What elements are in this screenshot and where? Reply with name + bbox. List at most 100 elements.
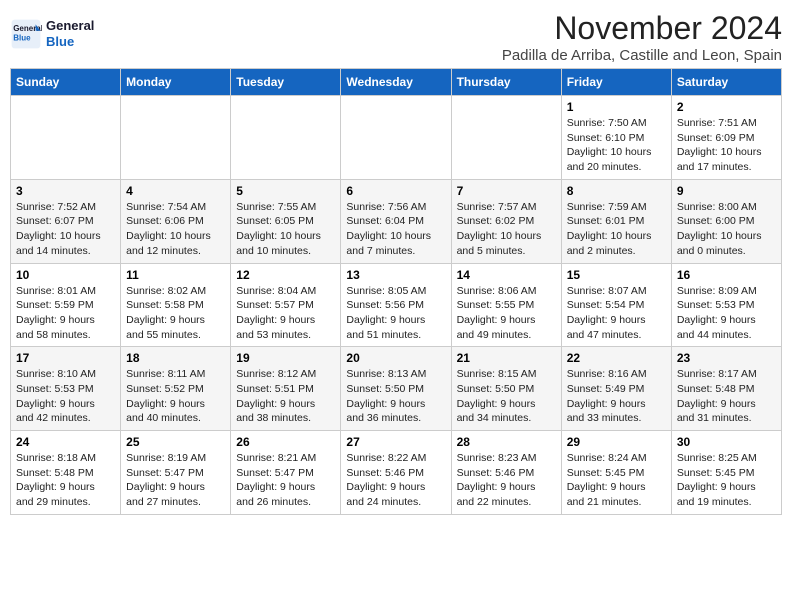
day-number: 29: [567, 435, 666, 449]
day-info: Sunrise: 8:01 AM Sunset: 5:59 PM Dayligh…: [16, 284, 115, 343]
calendar-cell: 24Sunrise: 8:18 AM Sunset: 5:48 PM Dayli…: [11, 431, 121, 515]
logo: General Blue General Blue: [10, 18, 94, 50]
day-info: Sunrise: 8:00 AM Sunset: 6:00 PM Dayligh…: [677, 200, 776, 259]
day-info: Sunrise: 8:10 AM Sunset: 5:53 PM Dayligh…: [16, 367, 115, 426]
svg-text:Blue: Blue: [13, 33, 31, 42]
day-number: 27: [346, 435, 445, 449]
calendar-cell: [451, 96, 561, 180]
day-number: 26: [236, 435, 335, 449]
day-number: 14: [457, 268, 556, 282]
location-subtitle: Padilla de Arriba, Castille and Leon, Sp…: [502, 47, 782, 64]
calendar-cell: 1 Sunrise: 7:50 AM Sunset: 6:10 PM Daylig…: [561, 96, 671, 180]
calendar-cell: [11, 96, 121, 180]
day-number: 10: [16, 268, 115, 282]
day-number: 18: [126, 351, 225, 365]
title-block: November 2024 Padilla de Arriba, Castill…: [502, 10, 782, 64]
day-info: Sunrise: 7:52 AM Sunset: 6:07 PM Dayligh…: [16, 200, 115, 259]
calendar-cell: 29 Sunrise: 8:24 AM Sunset: 5:45 PM Dayli…: [561, 431, 671, 515]
day-number: 1: [567, 100, 666, 114]
day-info: Sunrise: 8:17 AM Sunset: 5:48 PM Dayligh…: [677, 367, 776, 426]
calendar-table: SundayMondayTuesdayWednesdayThursdayFrid…: [10, 68, 782, 515]
day-number: 30: [677, 435, 776, 449]
calendar-week-row: 24Sunrise: 8:18 AM Sunset: 5:48 PM Dayli…: [11, 431, 782, 515]
weekday-header-sunday: Sunday: [11, 69, 121, 96]
day-number: 13: [346, 268, 445, 282]
calendar-cell: 7 Sunrise: 7:57 AM Sunset: 6:02 PM Daylig…: [451, 179, 561, 263]
day-number: 9: [677, 184, 776, 198]
calendar-cell: 15 Sunrise: 8:07 AM Sunset: 5:54 PM Dayli…: [561, 263, 671, 347]
calendar-cell: 30Sunrise: 8:25 AM Sunset: 5:45 PM Dayli…: [671, 431, 781, 515]
day-info: Sunrise: 8:15 AM Sunset: 5:50 PM Dayligh…: [457, 367, 556, 426]
day-number: 23: [677, 351, 776, 365]
day-number: 4: [126, 184, 225, 198]
day-info: Sunrise: 8:02 AM Sunset: 5:58 PM Dayligh…: [126, 284, 225, 343]
day-info: Sunrise: 8:24 AM Sunset: 5:45 PM Dayligh…: [567, 451, 666, 510]
calendar-cell: 26 Sunrise: 8:21 AM Sunset: 5:47 PM Dayli…: [231, 431, 341, 515]
calendar-cell: 10 Sunrise: 8:01 AM Sunset: 5:59 PM Dayli…: [11, 263, 121, 347]
calendar-cell: 18 Sunrise: 8:11 AM Sunset: 5:52 PM Dayli…: [121, 347, 231, 431]
calendar-cell: 28 Sunrise: 8:23 AM Sunset: 5:46 PM Dayli…: [451, 431, 561, 515]
calendar-cell: 14 Sunrise: 8:06 AM Sunset: 5:55 PM Dayli…: [451, 263, 561, 347]
day-info: Sunrise: 8:11 AM Sunset: 5:52 PM Dayligh…: [126, 367, 225, 426]
day-info: Sunrise: 8:04 AM Sunset: 5:57 PM Dayligh…: [236, 284, 335, 343]
weekday-header-wednesday: Wednesday: [341, 69, 451, 96]
day-info: Sunrise: 8:22 AM Sunset: 5:46 PM Dayligh…: [346, 451, 445, 510]
day-number: 8: [567, 184, 666, 198]
page-header: General Blue General Blue November 2024 …: [10, 10, 782, 64]
calendar-cell: 4 Sunrise: 7:54 AM Sunset: 6:06 PM Daylig…: [121, 179, 231, 263]
day-info: Sunrise: 8:05 AM Sunset: 5:56 PM Dayligh…: [346, 284, 445, 343]
day-number: 2: [677, 100, 776, 114]
day-info: Sunrise: 8:16 AM Sunset: 5:49 PM Dayligh…: [567, 367, 666, 426]
calendar-week-row: 1 Sunrise: 7:50 AM Sunset: 6:10 PM Daylig…: [11, 96, 782, 180]
day-info: Sunrise: 8:12 AM Sunset: 5:51 PM Dayligh…: [236, 367, 335, 426]
day-number: 24: [16, 435, 115, 449]
calendar-cell: [231, 96, 341, 180]
day-info: Sunrise: 8:07 AM Sunset: 5:54 PM Dayligh…: [567, 284, 666, 343]
calendar-week-row: 17Sunrise: 8:10 AM Sunset: 5:53 PM Dayli…: [11, 347, 782, 431]
calendar-cell: [121, 96, 231, 180]
day-info: Sunrise: 8:19 AM Sunset: 5:47 PM Dayligh…: [126, 451, 225, 510]
calendar-cell: 17Sunrise: 8:10 AM Sunset: 5:53 PM Dayli…: [11, 347, 121, 431]
day-number: 21: [457, 351, 556, 365]
calendar-cell: [341, 96, 451, 180]
month-title: November 2024: [502, 10, 782, 47]
day-info: Sunrise: 8:21 AM Sunset: 5:47 PM Dayligh…: [236, 451, 335, 510]
calendar-cell: 20Sunrise: 8:13 AM Sunset: 5:50 PM Dayli…: [341, 347, 451, 431]
calendar-cell: 13 Sunrise: 8:05 AM Sunset: 5:56 PM Dayli…: [341, 263, 451, 347]
calendar-cell: 23 Sunrise: 8:17 AM Sunset: 5:48 PM Dayli…: [671, 347, 781, 431]
calendar-header-row: SundayMondayTuesdayWednesdayThursdayFrid…: [11, 69, 782, 96]
day-info: Sunrise: 7:56 AM Sunset: 6:04 PM Dayligh…: [346, 200, 445, 259]
day-info: Sunrise: 7:57 AM Sunset: 6:02 PM Dayligh…: [457, 200, 556, 259]
day-number: 22: [567, 351, 666, 365]
day-info: Sunrise: 7:54 AM Sunset: 6:06 PM Dayligh…: [126, 200, 225, 259]
day-info: Sunrise: 7:50 AM Sunset: 6:10 PM Dayligh…: [567, 116, 666, 175]
day-info: Sunrise: 7:55 AM Sunset: 6:05 PM Dayligh…: [236, 200, 335, 259]
day-number: 6: [346, 184, 445, 198]
calendar-cell: 6 Sunrise: 7:56 AM Sunset: 6:04 PM Daylig…: [341, 179, 451, 263]
weekday-header-friday: Friday: [561, 69, 671, 96]
day-number: 15: [567, 268, 666, 282]
day-info: Sunrise: 8:06 AM Sunset: 5:55 PM Dayligh…: [457, 284, 556, 343]
weekday-header-monday: Monday: [121, 69, 231, 96]
calendar-cell: 11Sunrise: 8:02 AM Sunset: 5:58 PM Dayli…: [121, 263, 231, 347]
logo-icon: General Blue: [10, 18, 42, 50]
logo-text: General Blue: [46, 18, 94, 49]
calendar-cell: 16Sunrise: 8:09 AM Sunset: 5:53 PM Dayli…: [671, 263, 781, 347]
calendar-cell: 25 Sunrise: 8:19 AM Sunset: 5:47 PM Dayli…: [121, 431, 231, 515]
day-number: 5: [236, 184, 335, 198]
calendar-week-row: 10 Sunrise: 8:01 AM Sunset: 5:59 PM Dayli…: [11, 263, 782, 347]
calendar-cell: 8Sunrise: 7:59 AM Sunset: 6:01 PM Daylig…: [561, 179, 671, 263]
day-number: 3: [16, 184, 115, 198]
day-number: 7: [457, 184, 556, 198]
calendar-cell: 2Sunrise: 7:51 AM Sunset: 6:09 PM Daylig…: [671, 96, 781, 180]
day-number: 16: [677, 268, 776, 282]
day-info: Sunrise: 8:23 AM Sunset: 5:46 PM Dayligh…: [457, 451, 556, 510]
calendar-cell: 12Sunrise: 8:04 AM Sunset: 5:57 PM Dayli…: [231, 263, 341, 347]
calendar-cell: 5 Sunrise: 7:55 AM Sunset: 6:05 PM Daylig…: [231, 179, 341, 263]
day-number: 25: [126, 435, 225, 449]
calendar-cell: 9 Sunrise: 8:00 AM Sunset: 6:00 PM Daylig…: [671, 179, 781, 263]
calendar-cell: 22 Sunrise: 8:16 AM Sunset: 5:49 PM Dayli…: [561, 347, 671, 431]
calendar-cell: 19Sunrise: 8:12 AM Sunset: 5:51 PM Dayli…: [231, 347, 341, 431]
weekday-header-thursday: Thursday: [451, 69, 561, 96]
day-number: 28: [457, 435, 556, 449]
